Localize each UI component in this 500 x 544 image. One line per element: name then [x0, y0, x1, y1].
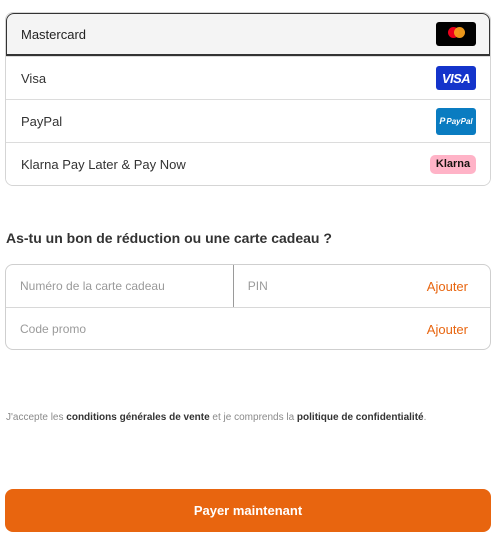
payment-method-label: PayPal	[21, 113, 63, 129]
payment-method-mastercard[interactable]: Mastercard	[6, 13, 490, 56]
payment-method-list: Mastercard Visa VISA PayPal P PayPal Klar…	[5, 12, 491, 186]
payment-method-label: Klarna Pay Later & Pay Now	[21, 156, 186, 172]
gift-card-number-input[interactable]	[6, 265, 234, 307]
payment-method-visa[interactable]: Visa VISA	[6, 56, 490, 99]
gift-card-row: Ajouter	[6, 265, 490, 308]
promo-code-row: Ajouter	[6, 308, 490, 349]
discount-form: Ajouter Ajouter	[5, 264, 491, 350]
terms-notice: J'accepte les conditions générales de ve…	[6, 412, 426, 423]
terms-suffix: .	[423, 412, 427, 423]
promo-code-input[interactable]	[6, 308, 417, 349]
pin-input[interactable]	[233, 265, 417, 307]
terms-prefix: J'accepte les	[6, 412, 67, 423]
add-gift-card-button[interactable]: Ajouter	[417, 265, 490, 307]
visa-logo-icon: VISA	[436, 66, 476, 90]
paypal-logo-icon: P PayPal	[436, 107, 476, 135]
terms-middle: et je comprends la	[209, 412, 297, 423]
checkout-payment-page: Mastercard Visa VISA PayPal P PayPal Klar…	[0, 0, 500, 544]
payment-method-label: Visa	[21, 70, 47, 86]
klarna-logo-icon: Klarna	[430, 154, 476, 174]
terms-conditions-link[interactable]: conditions générales de vente	[66, 412, 209, 423]
mastercard-logo-icon	[436, 22, 476, 46]
payment-method-label: Mastercard	[21, 26, 87, 42]
discount-section-title: As-tu un bon de réduction ou une carte c…	[6, 230, 332, 246]
payment-method-paypal[interactable]: PayPal P PayPal	[6, 99, 490, 142]
add-promo-code-button[interactable]: Ajouter	[417, 308, 490, 349]
privacy-policy-link[interactable]: politique de confidentialité	[297, 412, 424, 423]
payment-method-klarna[interactable]: Klarna Pay Later & Pay Now Klarna	[6, 142, 490, 185]
pay-now-button[interactable]: Payer maintenant	[5, 489, 491, 532]
